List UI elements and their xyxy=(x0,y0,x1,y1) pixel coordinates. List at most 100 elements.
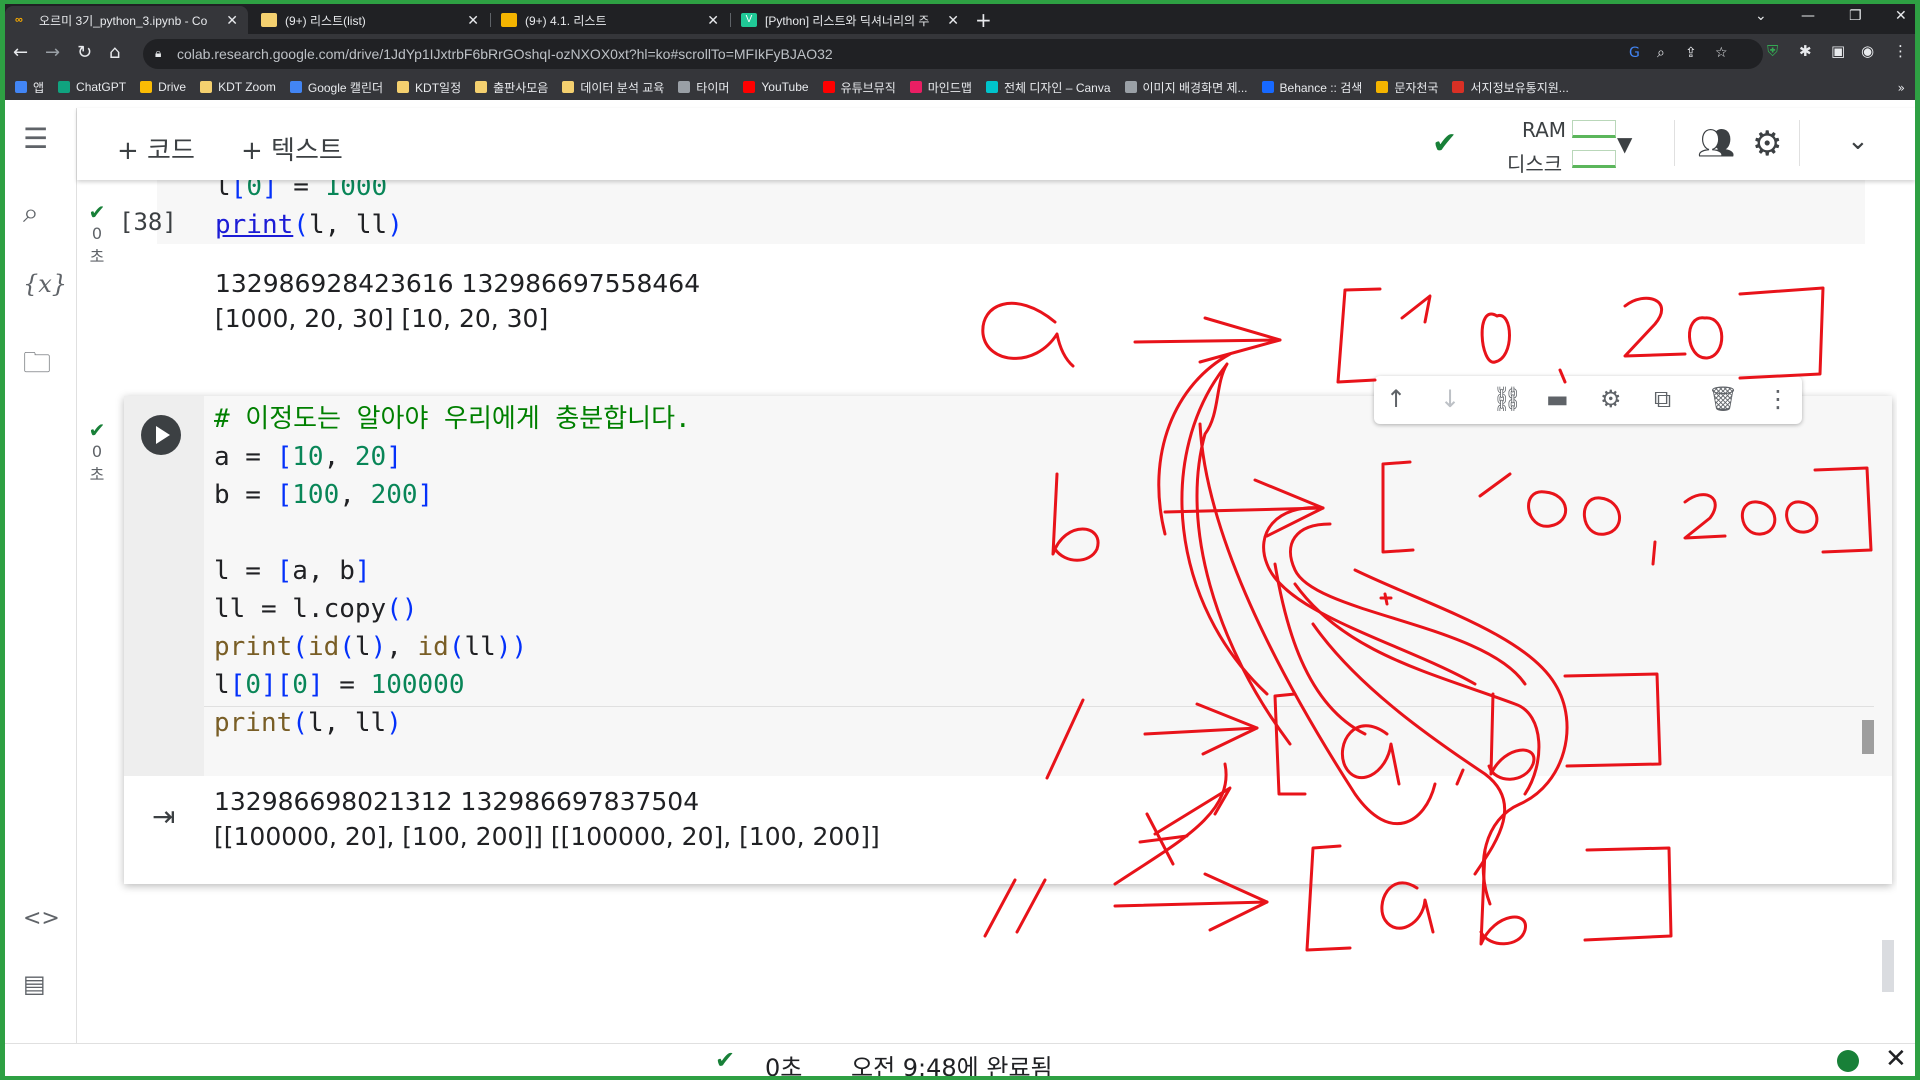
share-icon[interactable]: ⇪ xyxy=(1685,45,1697,61)
add-code-button[interactable]: + 코드 xyxy=(117,130,195,167)
home-icon[interactable]: ⌂ xyxy=(109,42,120,63)
forward-icon[interactable]: → xyxy=(45,42,60,63)
book-icon xyxy=(501,13,517,27)
bookmark-label: 이미지 배경화면 제... xyxy=(1142,80,1248,95)
variables-icon[interactable]: {x} xyxy=(23,270,67,298)
editor-scrollbar[interactable] xyxy=(1862,720,1874,754)
side-panel-icon[interactable]: ▣ xyxy=(1831,42,1845,60)
cell-output: 132986928423616 132986697558464 [1000, 20… xyxy=(215,269,701,333)
terminal-icon[interactable]: ▤ xyxy=(23,970,46,998)
table-of-contents-icon[interactable]: ☰ xyxy=(23,122,48,155)
extensions-icon[interactable]: ✱ xyxy=(1799,42,1812,60)
tab-python-dict[interactable]: V [Python] 리스트와 딕셔너리의 주 ✕ xyxy=(731,6,969,34)
close-icon[interactable]: ✕ xyxy=(226,12,238,29)
collapse-chevron-icon[interactable]: ⌄ xyxy=(1847,126,1869,156)
bookmark-favicon-icon xyxy=(562,81,575,93)
disk-label: 디스크 xyxy=(1507,152,1563,176)
cell-toolbar: ↑ ↓ ⛓ ▬ ⚙ ⧉ 🗑︎ ⋮ xyxy=(1374,376,1802,424)
google-icon[interactable]: G xyxy=(1629,45,1640,61)
bookmark-item[interactable]: 앱 xyxy=(15,79,44,96)
bookmarks-overflow-icon[interactable]: » xyxy=(1898,81,1905,95)
move-down-icon[interactable]: ↓ xyxy=(1440,385,1460,413)
code-cell-selected[interactable]: # 이정도는 알아야 우리에게 충분합니다. a = [10, 20] b = … xyxy=(124,396,1892,884)
shield-extension-icon[interactable]: ⛨ xyxy=(1767,42,1778,60)
close-icon[interactable]: ✕ xyxy=(947,12,959,29)
new-tab-button[interactable]: + xyxy=(975,8,992,32)
bookmark-item[interactable]: Behance :: 검색 xyxy=(1261,79,1363,96)
code-text[interactable]: l[0] = 1000 print(l, ll) xyxy=(215,180,403,244)
search-icon[interactable]: ⌕ xyxy=(23,196,39,230)
comment-icon[interactable]: ▬ xyxy=(1546,385,1569,413)
move-up-icon[interactable]: ↑ xyxy=(1386,385,1406,413)
bookmark-label: Drive xyxy=(158,80,187,94)
bookmark-label: 전체 디자인 – Canva xyxy=(1003,80,1111,95)
notebook-cells: ✔ 0초 [38] l[0] = 1000 print(l, ll) 13298… xyxy=(77,180,1897,1043)
reload-icon[interactable]: ↻ xyxy=(77,42,92,63)
bookmark-favicon-icon xyxy=(909,81,922,93)
notebook-scrollbar[interactable] xyxy=(1882,940,1894,992)
link-icon[interactable]: ⛓ xyxy=(1492,385,1522,413)
tab-colab[interactable]: ∞ 오르미 3기_python_3.ipynb - Co ✕ xyxy=(5,6,248,34)
left-sidebar: ☰ ⌕ {x} 🗀 <> ▤ xyxy=(5,108,77,1043)
check-icon: ✔ xyxy=(88,200,106,224)
address-bar[interactable]: 🔒︎ colab.research.google.com/drive/1JdYp… xyxy=(143,39,1763,69)
minimize-icon[interactable]: — xyxy=(1801,8,1815,24)
ram-label: RAM xyxy=(1522,118,1567,142)
cell-settings-icon[interactable]: ⚙ xyxy=(1600,385,1622,413)
close-window-icon[interactable]: ✕ xyxy=(1895,8,1907,24)
bookmark-favicon-icon xyxy=(397,81,410,93)
tab-list[interactable]: (9+) 리스트(list) ✕ xyxy=(251,6,489,34)
bookmark-item[interactable]: 데이터 분석 교육 xyxy=(562,79,664,96)
bookmark-label: 타이머 xyxy=(696,80,730,95)
delete-icon[interactable]: 🗑︎ xyxy=(1708,385,1738,413)
close-icon[interactable]: ✕ xyxy=(467,12,479,29)
bookmark-favicon-icon xyxy=(289,81,302,93)
bookmark-label: YouTube xyxy=(761,80,809,94)
profile-avatar[interactable]: ◉ xyxy=(1861,42,1874,60)
tab-search-icon[interactable]: ⌄ xyxy=(1755,8,1767,24)
settings-gear-icon[interactable]: ⚙ xyxy=(1752,124,1782,164)
bookmark-item[interactable]: 전체 디자인 – Canva xyxy=(985,79,1111,96)
output-actions-icon[interactable]: ⇥ xyxy=(152,800,175,833)
mirror-cell-icon[interactable]: ⧉ xyxy=(1654,385,1671,413)
runtime-dropdown-icon[interactable]: ▼ xyxy=(1617,132,1632,156)
bookmark-item[interactable]: KDT Zoom xyxy=(200,80,276,94)
bookmark-star-icon[interactable]: ☆ xyxy=(1715,45,1728,61)
more-options-icon[interactable]: ⋮ xyxy=(1766,385,1790,413)
disk-bar xyxy=(1572,150,1616,168)
folder-icon[interactable]: 🗀 xyxy=(23,342,51,390)
bookmark-item[interactable]: KDT일정 xyxy=(397,79,461,96)
close-status-icon[interactable]: ✕ xyxy=(1885,1044,1907,1074)
connection-status-dot[interactable] xyxy=(1837,1050,1859,1072)
bookmark-item[interactable]: Google 캘린더 xyxy=(289,79,383,96)
bookmark-item[interactable]: 이미지 배경화면 제... xyxy=(1124,79,1248,96)
menu-kebab-icon[interactable]: ⋮ xyxy=(1893,42,1908,60)
zoom-icon[interactable]: ⌕ xyxy=(1657,45,1665,61)
share-people-icon[interactable]: 👥︎ xyxy=(1697,126,1735,161)
bookmark-item[interactable]: 마인드맵 xyxy=(909,79,972,96)
url-text[interactable]: colab.research.google.com/drive/1JdYp1IJ… xyxy=(177,46,833,62)
bookmark-item[interactable]: YouTube xyxy=(743,80,809,94)
bookmark-item[interactable]: Drive xyxy=(140,80,186,94)
bookmark-item[interactable]: 문자천국 xyxy=(1376,79,1438,96)
status-message: 오전 9:48에 완료됨 xyxy=(851,1054,1053,1076)
bookmark-item[interactable]: 유튜브뮤직 xyxy=(822,79,896,96)
code-text[interactable]: # 이정도는 알아야 우리에게 충분합니다. a = [10, 20] b = … xyxy=(214,400,691,742)
notebook-icon xyxy=(261,13,277,27)
bookmark-item[interactable]: 출판사모음 xyxy=(475,79,548,96)
active-line-marker xyxy=(204,706,1874,707)
close-icon[interactable]: ✕ xyxy=(707,12,719,29)
bookmark-favicon-icon xyxy=(200,81,213,93)
run-cell-button[interactable] xyxy=(141,415,181,455)
bookmark-item[interactable]: 타이머 xyxy=(678,79,729,96)
cell-editor[interactable] xyxy=(157,180,1865,244)
cell-editor[interactable]: # 이정도는 알아야 우리에게 충분합니다. a = [10, 20] b = … xyxy=(204,396,1892,776)
bookmark-item[interactable]: ChatGPT xyxy=(58,80,126,94)
back-icon[interactable]: ← xyxy=(13,42,28,63)
tab-list-4-1[interactable]: (9+) 4.1. 리스트 ✕ xyxy=(491,6,729,34)
add-text-button[interactable]: + 텍스트 xyxy=(241,130,343,167)
bookmark-item[interactable]: 서지정보유통지원... xyxy=(1452,79,1569,96)
bookmark-label: Behance :: 검색 xyxy=(1279,80,1363,95)
restore-icon[interactable]: ❐ xyxy=(1849,8,1862,24)
code-snippets-icon[interactable]: <> xyxy=(23,906,60,931)
